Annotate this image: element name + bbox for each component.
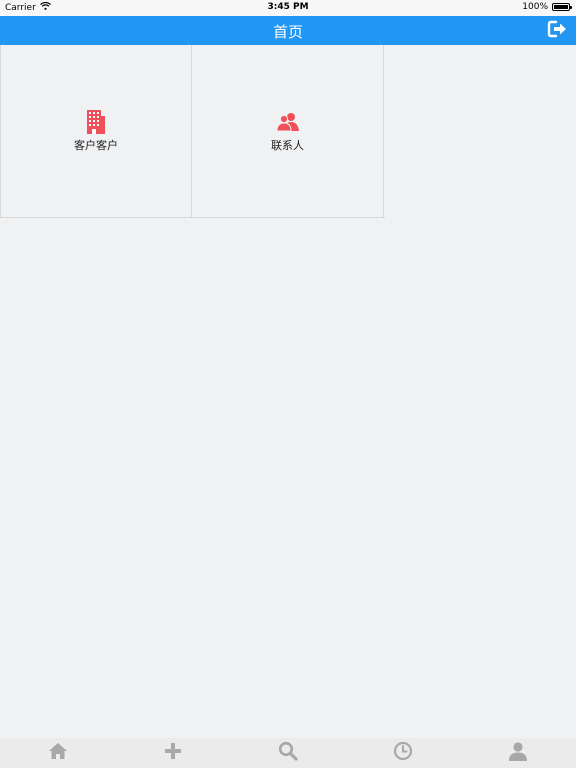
home-icon [48,742,68,764]
tab-bar [0,738,576,768]
tab-add[interactable] [115,738,230,768]
grid-item-customers[interactable]: 客户客户 [0,45,192,217]
screen: Carrier 3:45 PM 100% 首页 客户客户 联系人 [0,0,576,768]
tab-home[interactable] [0,738,115,768]
tab-profile[interactable] [461,738,576,768]
home-grid: 客户客户 联系人 [0,45,385,218]
battery-level [554,5,568,9]
battery-percent: 100% [522,2,548,12]
tab-search[interactable] [230,738,345,768]
logout-icon [547,20,567,42]
user-icon [508,741,528,765]
status-bar: Carrier 3:45 PM 100% [0,0,576,16]
clock-icon [393,741,413,765]
status-right: 100% [522,2,572,12]
add-icon [164,742,182,764]
logout-button[interactable] [546,20,568,42]
building-icon [84,109,108,134]
search-icon [278,741,298,765]
grid-item-label: 客户客户 [74,138,118,152]
nav-bar: 首页 [0,16,576,45]
battery-icon [552,3,572,11]
grid-item-label: 联系人 [271,138,304,152]
tab-history[interactable] [346,738,461,768]
contacts-icon [275,110,300,134]
status-time: 3:45 PM [267,2,309,12]
page-title: 首页 [272,23,303,41]
grid-item-contacts[interactable]: 联系人 [192,45,384,217]
